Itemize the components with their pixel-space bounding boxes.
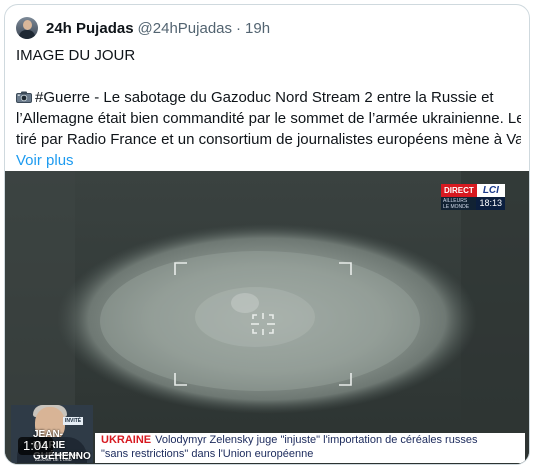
tweet-timestamp[interactable]: 19h: [245, 20, 270, 37]
video-player[interactable]: DIRECT LCI AILLEURS LE MONDE 18:13 INVIT…: [5, 171, 529, 464]
channel-logo: DIRECT LCI AILLEURS LE MONDE 18:13: [441, 184, 505, 210]
camera-icon: [16, 91, 32, 103]
tweet-line-1-text: #Guerre - Le sabotage du Gazoduc Nord St…: [35, 89, 494, 106]
channel-subtitle: AILLEURS LE MONDE: [443, 198, 470, 210]
avatar[interactable]: [16, 17, 38, 39]
ticker-tag: UKRAINE: [101, 434, 152, 446]
video-duration: 1:04: [18, 437, 54, 455]
news-ticker: UKRAINE Volodymyr Zelensky juge "injuste"…: [95, 433, 525, 463]
author-handle[interactable]: @24hPujadas: [138, 20, 232, 37]
tweet-title-line: IMAGE DU JOUR: [16, 47, 136, 64]
tweet-line-3: tiré par Radio France et un consortium d…: [16, 131, 521, 148]
tweet-text: IMAGE DU JOUR #Guerre - Le sabotage du G…: [16, 45, 521, 171]
separator-dot: ·: [236, 19, 242, 37]
live-label: DIRECT: [441, 184, 477, 197]
ticker-line-1: UKRAINE Volodymyr Zelensky juge "injuste"…: [95, 433, 525, 447]
tweet-line-1: #Guerre - Le sabotage du Gazoduc Nord St…: [16, 87, 521, 108]
broadcast-clock: 18:13: [476, 197, 505, 210]
tweet-card[interactable]: 24h Pujadas @24hPujadas · 19h IMAGE DU J…: [4, 4, 530, 465]
author-name[interactable]: 24h Pujadas: [46, 20, 134, 37]
show-more-link[interactable]: Voir plus: [16, 152, 74, 169]
ticker-line-1-text: Volodymyr Zelensky juge "injuste" l'impo…: [155, 434, 478, 446]
targeting-reticle: [174, 262, 352, 386]
ticker-line-2: "sans restrictions" dans l'Union europée…: [101, 448, 314, 460]
channel-name: LCI: [476, 184, 505, 197]
tweet-header: 24h Pujadas @24hPujadas · 19h: [16, 17, 270, 39]
guest-tag: INVITÉ: [63, 417, 84, 425]
tweet-line-2: l’Allemagne était bien commandité par le…: [16, 110, 521, 127]
